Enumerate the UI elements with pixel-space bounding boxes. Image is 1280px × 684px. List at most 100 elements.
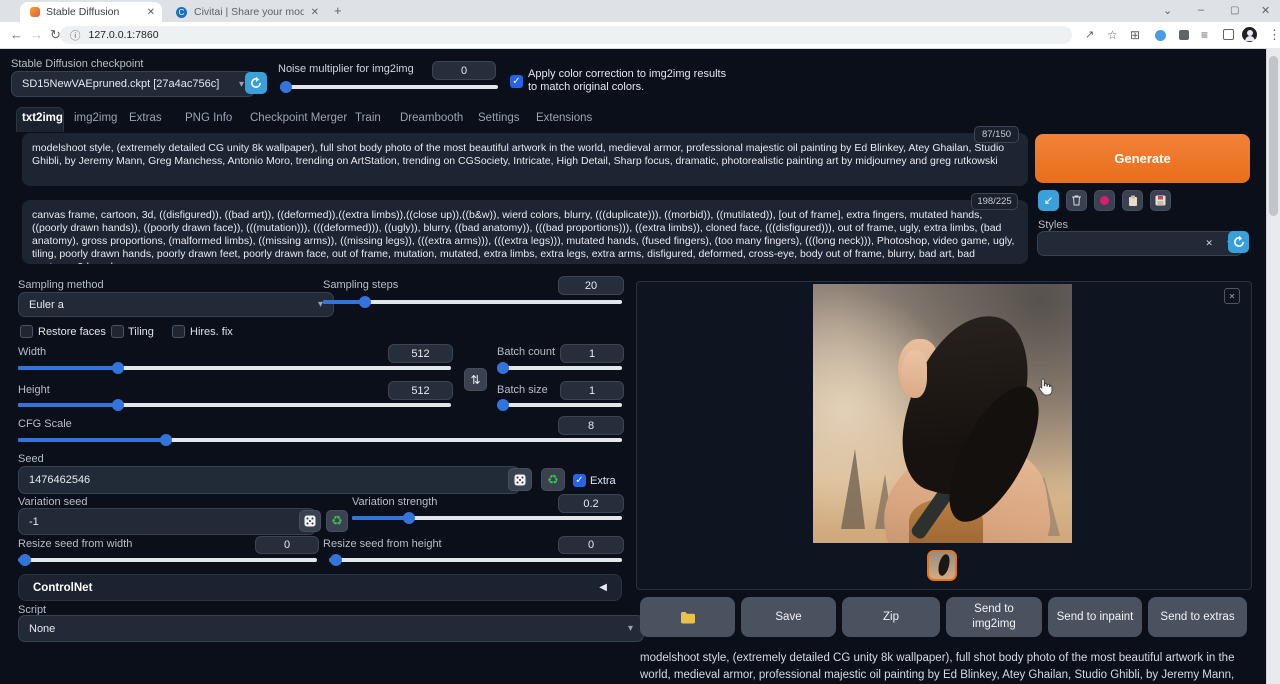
styles-dropdown[interactable]: ✕ ▾ bbox=[1037, 231, 1243, 256]
resize-seed-height-slider[interactable] bbox=[329, 554, 622, 566]
tab-extras[interactable]: Extras bbox=[129, 112, 162, 124]
batch-count-slider[interactable] bbox=[497, 362, 622, 374]
save-button[interactable]: Save bbox=[741, 597, 836, 637]
prompt-token-counter: 87/150 bbox=[974, 126, 1019, 143]
apply-styles-button[interactable] bbox=[1122, 190, 1143, 211]
height-value[interactable]: 512 bbox=[388, 381, 453, 400]
sidebar-icon[interactable] bbox=[1223, 29, 1234, 40]
variation-seed-value: -1 bbox=[29, 516, 39, 528]
noise-multiplier-slider[interactable] bbox=[280, 81, 498, 93]
reuse-variation-seed-button[interactable]: ♻ bbox=[326, 510, 348, 532]
refresh-checkpoint-button[interactable] bbox=[245, 72, 267, 94]
zip-button[interactable]: Zip bbox=[842, 597, 940, 637]
close-tab-icon[interactable]: ✕ bbox=[304, 7, 326, 18]
controlnet-accordion[interactable]: ControlNet ◀ bbox=[18, 574, 622, 601]
variation-strength-slider[interactable] bbox=[352, 512, 622, 524]
recycle-icon: ♻ bbox=[331, 513, 343, 529]
send-to-img2img-button[interactable]: Send to img2img bbox=[946, 597, 1042, 637]
playlist-icon[interactable]: ≡ bbox=[1201, 28, 1208, 42]
restore-faces-checkbox[interactable] bbox=[20, 325, 33, 338]
share-icon[interactable]: ↗ bbox=[1085, 28, 1094, 41]
reuse-seed-button[interactable]: ♻ bbox=[541, 468, 565, 491]
generate-button[interactable]: Generate bbox=[1035, 134, 1250, 183]
batch-size-slider[interactable] bbox=[497, 399, 622, 411]
seed-input[interactable]: 1476462546 bbox=[18, 466, 520, 494]
tab-title: Stable Diffusion bbox=[46, 6, 119, 18]
resize-seed-width-value[interactable]: 0 bbox=[255, 536, 319, 554]
sampling-steps-value[interactable]: 20 bbox=[558, 276, 624, 295]
close-preview-button[interactable]: ✕ bbox=[1224, 288, 1240, 304]
paste-generation-params-button[interactable]: ↙ bbox=[1038, 190, 1059, 211]
clear-prompt-button[interactable] bbox=[1066, 190, 1087, 211]
tab-train[interactable]: Train bbox=[355, 112, 381, 124]
extra-networks-button[interactable] bbox=[1094, 190, 1115, 211]
collapse-arrow-icon: ◀ bbox=[599, 582, 607, 593]
sampling-method-dropdown[interactable]: Euler a ▾ bbox=[18, 292, 334, 317]
refresh-styles-button[interactable] bbox=[1228, 231, 1249, 253]
apps-grid-icon[interactable]: ⊞ bbox=[1130, 28, 1140, 42]
random-seed-button[interactable] bbox=[508, 468, 532, 491]
close-tab-icon[interactable]: ✕ bbox=[140, 7, 162, 18]
tab-png-info[interactable]: PNG Info bbox=[185, 112, 232, 124]
resize-seed-width-slider[interactable] bbox=[18, 554, 317, 566]
batch-count-label: Batch count bbox=[497, 346, 555, 358]
close-icon: ✕ bbox=[1229, 292, 1236, 301]
random-variation-seed-button[interactable] bbox=[299, 510, 321, 532]
extension-dot-icon[interactable] bbox=[1155, 30, 1166, 41]
forward-icon[interactable]: → bbox=[30, 27, 43, 42]
swap-width-height-button[interactable]: ⇅ bbox=[464, 368, 487, 391]
hires-fix-checkbox[interactable] bbox=[172, 325, 185, 338]
send-to-inpaint-button[interactable]: Send to inpaint bbox=[1048, 597, 1142, 637]
save-style-button[interactable] bbox=[1150, 190, 1171, 211]
extra-seed-checkbox[interactable]: ✓ bbox=[573, 474, 586, 487]
back-icon[interactable]: ← bbox=[10, 27, 23, 42]
width-label: Width bbox=[18, 346, 46, 358]
variation-seed-input[interactable]: -1 bbox=[18, 508, 316, 535]
tiling-checkbox[interactable] bbox=[111, 325, 124, 338]
extensions-puzzle-icon[interactable] bbox=[1179, 30, 1189, 40]
bookmark-star-icon[interactable]: ☆ bbox=[1107, 28, 1118, 42]
sampling-steps-slider[interactable] bbox=[323, 296, 622, 308]
address-bar[interactable]: ⓘ 127.0.0.1:7860 bbox=[60, 26, 1072, 44]
send-to-extras-button[interactable]: Send to extras bbox=[1148, 597, 1247, 637]
kebab-menu-icon[interactable]: ⋮ bbox=[1268, 27, 1280, 43]
new-tab-icon[interactable]: + bbox=[334, 3, 342, 18]
cfg-scale-slider[interactable] bbox=[18, 434, 622, 446]
tab-txt2img[interactable]: txt2img bbox=[22, 112, 63, 124]
profile-avatar[interactable] bbox=[1242, 27, 1257, 42]
page-scrollbar[interactable] bbox=[1266, 48, 1280, 684]
script-dropdown[interactable]: None ▾ bbox=[18, 615, 644, 642]
noise-multiplier-value[interactable]: 0 bbox=[432, 61, 496, 80]
tab-checkpoint-merger[interactable]: Checkpoint Merger bbox=[250, 112, 347, 124]
tab-dreambooth[interactable]: Dreambooth bbox=[400, 112, 463, 124]
window-minimize-icon[interactable]: – bbox=[1198, 4, 1204, 16]
negative-prompt-textarea[interactable]: canvas frame, cartoon, 3d, ((disfigured)… bbox=[22, 200, 1028, 264]
window-restore-down-icon[interactable]: ⌄ bbox=[1163, 4, 1172, 17]
generation-info-text: modelshoot style, (extremely detailed CG… bbox=[640, 650, 1244, 684]
floppy-save-icon bbox=[1155, 195, 1166, 206]
cfg-scale-value[interactable]: 8 bbox=[558, 416, 624, 435]
clear-styles-icon[interactable]: ✕ bbox=[1205, 238, 1213, 249]
resize-seed-height-value[interactable]: 0 bbox=[558, 536, 624, 554]
batch-count-value[interactable]: 1 bbox=[560, 344, 624, 363]
gallery-thumbnail[interactable] bbox=[927, 550, 957, 581]
tab-img2img[interactable]: img2img bbox=[74, 112, 117, 124]
width-slider[interactable] bbox=[18, 362, 451, 374]
browser-tab-stable-diffusion[interactable]: Stable Diffusion ✕ bbox=[20, 2, 162, 22]
color-correction-checkbox[interactable]: ✓ bbox=[510, 75, 523, 88]
width-value[interactable]: 512 bbox=[388, 344, 453, 363]
scrollbar-thumb[interactable] bbox=[1269, 56, 1278, 216]
batch-size-value[interactable]: 1 bbox=[560, 381, 624, 400]
open-folder-button[interactable] bbox=[640, 597, 735, 637]
window-close-icon[interactable]: ✕ bbox=[1261, 4, 1270, 17]
generated-image[interactable] bbox=[813, 284, 1072, 543]
height-slider[interactable] bbox=[18, 399, 451, 411]
window-maximize-icon[interactable]: ▢ bbox=[1230, 5, 1239, 16]
site-info-icon[interactable]: ⓘ bbox=[70, 28, 81, 43]
tab-extensions[interactable]: Extensions bbox=[536, 112, 592, 124]
tab-settings[interactable]: Settings bbox=[478, 112, 520, 124]
checkpoint-dropdown[interactable]: SD15NewVAEpruned.ckpt [27a4ac756c] ▾ bbox=[11, 71, 255, 97]
browser-tab-civitai[interactable]: C Civitai | Share your models ✕ bbox=[168, 2, 326, 22]
prompt-textarea[interactable]: modelshoot style, (extremely detailed CG… bbox=[22, 133, 1028, 186]
variation-strength-value[interactable]: 0.2 bbox=[558, 494, 624, 513]
